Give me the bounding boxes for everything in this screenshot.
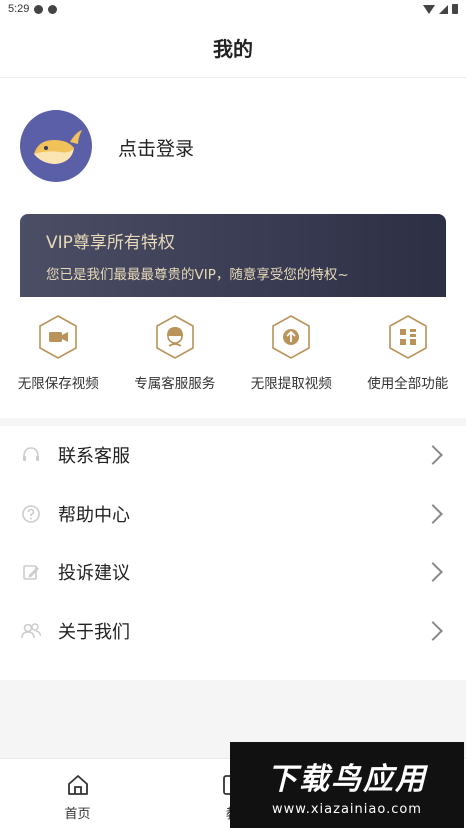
menu-item-feedback[interactable]: 投诉建议 xyxy=(0,543,466,602)
tab-home[interactable]: 首页 xyxy=(0,759,155,828)
vip-banner[interactable]: VIP尊享所有特权 您已是我们最最最尊贵的VIP，随意享受您的特权~ xyxy=(20,214,446,297)
battery-icon xyxy=(452,4,458,14)
chevron-right-icon xyxy=(423,503,443,524)
perk-extract-video[interactable]: 无限提取视频 xyxy=(233,314,350,404)
perks-row: 无限保存视频 专属客服服务 无限提取视频 使用全部功能 xyxy=(0,314,466,404)
watermark-url: www.xiazainiao.com xyxy=(272,801,422,817)
telegram-icon xyxy=(48,4,58,14)
menu-label: 帮助中心 xyxy=(58,504,130,526)
status-bar: 5:29 xyxy=(0,0,466,18)
edit-icon xyxy=(20,561,42,583)
chevron-right-icon xyxy=(423,620,443,641)
telegram-icon xyxy=(34,4,44,14)
menu-label: 关于我们 xyxy=(58,621,130,643)
avatar[interactable] xyxy=(20,110,92,182)
chevron-right-icon xyxy=(423,562,443,583)
question-icon xyxy=(20,503,42,525)
chevron-right-icon xyxy=(423,445,443,466)
signal-icon xyxy=(439,4,448,14)
perk-label: 专属客服服务 xyxy=(134,376,216,392)
vip-title: VIP尊享所有特权 xyxy=(46,233,175,253)
status-time: 5:29 xyxy=(8,3,30,15)
tab-label: 首页 xyxy=(64,807,91,822)
settings-menu: 联系客服 帮助中心 投诉建议 关于我们 xyxy=(0,426,466,680)
grid-apps-icon xyxy=(388,315,427,359)
profile-section: 点击登录 VIP尊享所有特权 您已是我们最最最尊贵的VIP，随意享受您的特权~ … xyxy=(0,78,466,418)
customer-service-icon xyxy=(155,315,194,359)
watermark-overlay: 下载鸟应用 www.xiazainiao.com xyxy=(230,742,464,828)
login-link[interactable]: 点击登录 xyxy=(118,134,194,161)
users-icon xyxy=(20,620,42,642)
menu-label: 投诉建议 xyxy=(58,563,130,585)
header-bar: 我的 xyxy=(0,18,466,78)
wifi-icon xyxy=(423,4,435,14)
perk-label: 无限保存视频 xyxy=(17,376,99,392)
menu-item-help-center[interactable]: 帮助中心 xyxy=(0,485,466,544)
page-title: 我的 xyxy=(213,37,253,61)
perk-label: 使用全部功能 xyxy=(367,376,449,392)
whale-logo-icon xyxy=(34,130,82,164)
video-camera-icon xyxy=(39,315,78,359)
watermark-title: 下载鸟应用 xyxy=(267,761,427,797)
menu-item-about-us[interactable]: 关于我们 xyxy=(0,602,466,661)
home-icon xyxy=(67,775,88,795)
headset-icon xyxy=(20,444,42,466)
perk-save-video[interactable]: 无限保存视频 xyxy=(0,314,117,404)
upload-arrow-icon xyxy=(272,315,311,359)
vip-subtitle: 您已是我们最最最尊贵的VIP，随意享受您的特权~ xyxy=(46,267,349,283)
perk-customer-service[interactable]: 专属客服服务 xyxy=(117,314,234,404)
menu-label: 联系客服 xyxy=(58,446,130,468)
menu-item-contact-service[interactable]: 联系客服 xyxy=(0,426,466,485)
perk-all-features[interactable]: 使用全部功能 xyxy=(350,314,466,404)
perk-label: 无限提取视频 xyxy=(250,376,332,392)
